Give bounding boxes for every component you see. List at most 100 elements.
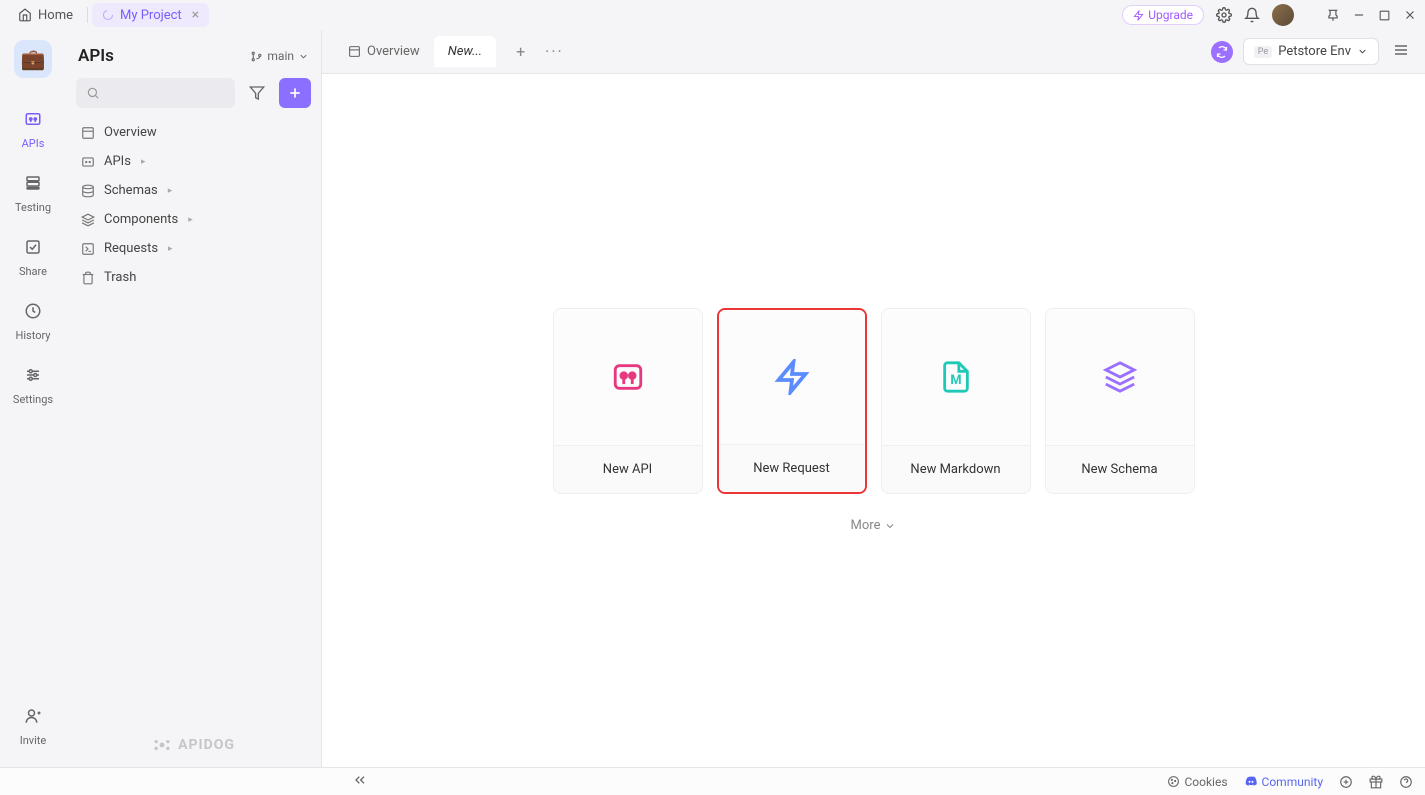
brand-label: APIDOG xyxy=(178,737,235,753)
card-new-schema[interactable]: New Schema xyxy=(1045,308,1195,494)
content-menu-button[interactable] xyxy=(1389,38,1413,66)
nav-apis[interactable]: APIs xyxy=(0,98,66,162)
nav-share-label: Share xyxy=(19,265,47,278)
tree-apis-label: APIs xyxy=(104,154,131,169)
statusbar: Cookies Community xyxy=(0,767,1425,795)
status-help[interactable] xyxy=(1399,775,1413,789)
branch-icon xyxy=(250,50,263,63)
card-new-request-label: New Request xyxy=(719,444,865,492)
gift-icon xyxy=(1369,775,1383,789)
user-avatar[interactable] xyxy=(1272,4,1294,26)
titlebar-tab-project[interactable]: My Project × xyxy=(92,3,209,27)
tree-schemas[interactable]: Schemas ▸ xyxy=(76,176,311,205)
nav-invite[interactable]: Invite xyxy=(0,695,66,759)
bell-icon[interactable] xyxy=(1244,7,1260,23)
card-icon-area xyxy=(1046,309,1194,445)
content-body: New API New Request M New Markdown xyxy=(322,74,1425,767)
add-circle-icon xyxy=(1339,775,1353,789)
api-card-icon xyxy=(611,360,645,394)
history-icon xyxy=(24,302,42,325)
statusbar-right: Cookies Community xyxy=(1167,775,1413,789)
sidebar-toolbar xyxy=(76,78,311,108)
status-community[interactable]: Community xyxy=(1244,775,1323,789)
close-window-icon[interactable] xyxy=(1403,8,1417,22)
search-icon xyxy=(86,86,100,100)
more-label: More xyxy=(851,518,881,533)
sidebar-title: APIs xyxy=(78,46,114,66)
upgrade-label: Upgrade xyxy=(1148,8,1193,22)
nav-settings[interactable]: Settings xyxy=(0,354,66,418)
trash-icon xyxy=(80,271,96,285)
tree-components[interactable]: Components ▸ xyxy=(76,205,311,234)
status-gift[interactable] xyxy=(1369,775,1383,789)
settings-icon[interactable] xyxy=(1216,7,1232,23)
tree-requests[interactable]: Requests ▸ xyxy=(76,234,311,263)
titlebar: Home My Project × Upgrade xyxy=(0,0,1425,30)
caret-icon: ▸ xyxy=(188,215,193,225)
tab-new-label: New... xyxy=(448,44,482,59)
nav-testing-label: Testing xyxy=(15,201,51,214)
cookie-icon xyxy=(1167,775,1180,788)
sync-icon xyxy=(1216,46,1228,58)
card-new-markdown[interactable]: M New Markdown xyxy=(881,308,1031,494)
tree-trash[interactable]: Trash xyxy=(76,263,311,292)
caret-icon: ▸ xyxy=(141,157,146,167)
titlebar-project-label: My Project xyxy=(120,8,182,23)
requests-icon xyxy=(80,242,96,256)
card-new-request[interactable]: New Request xyxy=(717,308,867,494)
chevron-down-icon xyxy=(1357,46,1368,57)
add-button[interactable] xyxy=(279,78,311,108)
more-link[interactable]: More xyxy=(851,518,897,533)
close-icon[interactable]: × xyxy=(192,7,199,23)
status-cookies[interactable]: Cookies xyxy=(1167,775,1227,789)
tab-new[interactable]: New... xyxy=(434,36,496,67)
nav-testing[interactable]: Testing xyxy=(0,162,66,226)
request-card-icon xyxy=(774,359,810,395)
nav-history[interactable]: History xyxy=(0,290,66,354)
workspace-logo[interactable]: 💼 xyxy=(14,40,52,78)
branch-selector[interactable]: main xyxy=(250,49,309,63)
search-input[interactable] xyxy=(76,78,235,108)
content-header: Overview New... + ··· Pe Petstore Env xyxy=(322,30,1425,74)
status-add[interactable] xyxy=(1339,775,1353,789)
content-header-right: Pe Petstore Env xyxy=(1211,38,1413,66)
tree-overview-label: Overview xyxy=(104,125,157,140)
upgrade-button[interactable]: Upgrade xyxy=(1122,5,1204,25)
pin-icon[interactable] xyxy=(1326,8,1340,22)
sidebar-header: APIs main xyxy=(76,42,311,78)
tree-apis[interactable]: APIs ▸ xyxy=(76,147,311,176)
nav-rail: 💼 APIs Testing Share History xyxy=(0,30,66,767)
tree-overview[interactable]: Overview xyxy=(76,118,311,147)
apis-tree-icon xyxy=(80,155,96,169)
collapse-sidebar-button[interactable] xyxy=(352,772,368,791)
spinner-icon xyxy=(102,9,114,21)
nav-share[interactable]: Share xyxy=(0,226,66,290)
lightning-icon xyxy=(1133,10,1144,21)
status-community-label: Community xyxy=(1262,775,1323,789)
env-selector[interactable]: Pe Petstore Env xyxy=(1243,38,1379,65)
maximize-icon[interactable] xyxy=(1378,9,1391,22)
nav-history-label: History xyxy=(16,329,51,342)
plus-icon xyxy=(287,85,303,101)
card-new-markdown-label: New Markdown xyxy=(882,445,1030,493)
titlebar-tab-home[interactable]: Home xyxy=(8,4,83,27)
nav-invite-label: Invite xyxy=(20,734,47,747)
sidebar-brand: APIDOG xyxy=(76,723,311,767)
tab-more-button[interactable]: ··· xyxy=(537,36,572,67)
env-badge: Pe xyxy=(1254,46,1272,58)
card-icon-area xyxy=(554,309,702,445)
tree-trash-label: Trash xyxy=(104,270,136,285)
add-tab-button[interactable]: + xyxy=(504,36,537,67)
tree-components-label: Components xyxy=(104,212,178,227)
testing-icon xyxy=(24,174,42,197)
card-new-api[interactable]: New API xyxy=(553,308,703,494)
main: 💼 APIs Testing Share History xyxy=(0,30,1425,767)
tab-overview[interactable]: Overview xyxy=(334,36,434,67)
card-new-api-label: New API xyxy=(554,445,702,493)
filter-button[interactable] xyxy=(241,78,273,108)
card-icon-area xyxy=(719,310,865,444)
env-avatar[interactable] xyxy=(1211,41,1233,63)
minimize-icon[interactable] xyxy=(1352,8,1366,22)
card-icon-area: M xyxy=(882,309,1030,445)
card-new-schema-label: New Schema xyxy=(1046,445,1194,493)
